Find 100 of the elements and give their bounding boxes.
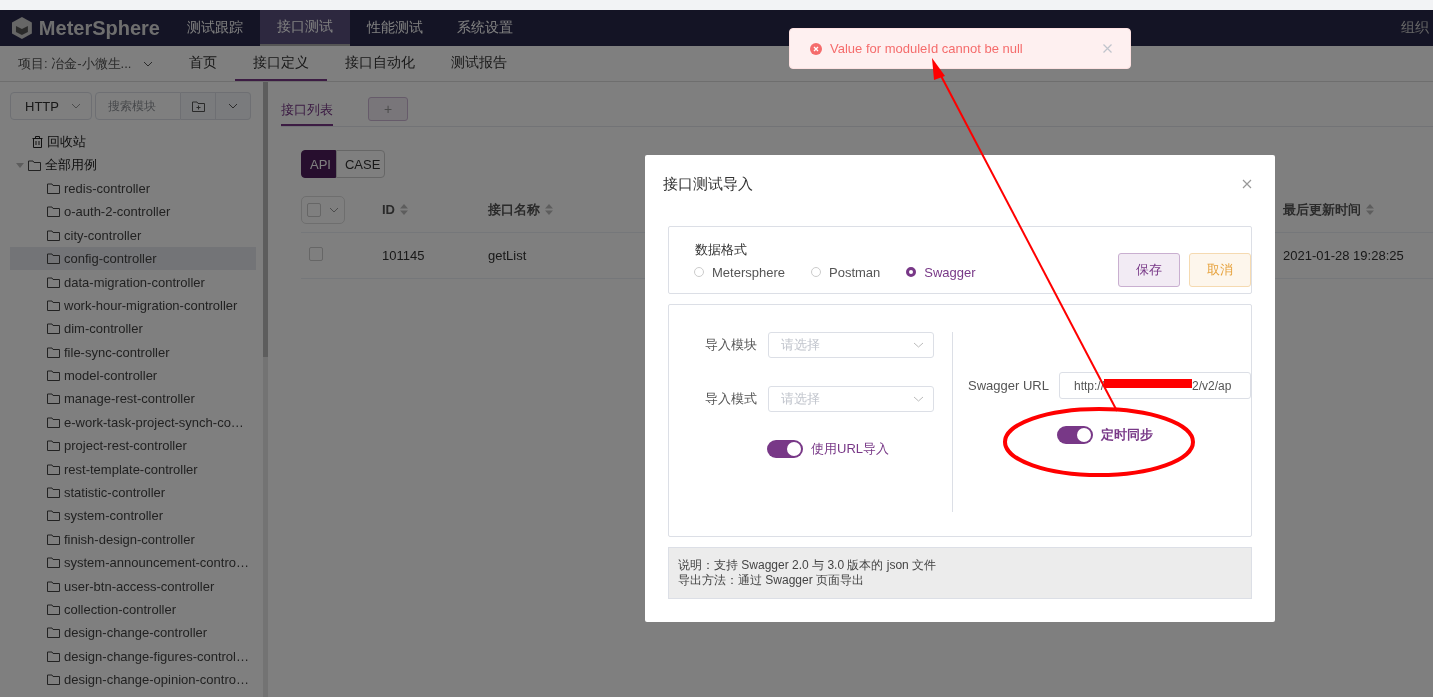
chevron-down-icon [913, 396, 924, 402]
url-field[interactable]: http:// 2/v2/ap [1059, 372, 1251, 399]
close-icon[interactable] [1103, 44, 1112, 53]
field-label: 导入模块 [705, 336, 757, 354]
folder-icon [47, 604, 60, 615]
toast-message: Value for moduleId cannot be null [830, 41, 1024, 56]
logo-text: MeterSphere [38, 16, 160, 40]
tree-item[interactable]: e-work-task-project-synch-co… [10, 410, 256, 435]
protocol-select[interactable]: HTTP [10, 92, 92, 120]
format-radio[interactable]: Swagger [906, 264, 976, 280]
tree-item[interactable]: design-change-controller [10, 621, 256, 645]
tree-item[interactable]: rest-template-controller [10, 457, 256, 481]
table-cell: 2021-01-28 19:28:25 [1283, 248, 1404, 263]
tree-item[interactable]: config-controller [10, 246, 256, 271]
org-menu[interactable]: 组织 [1401, 19, 1433, 37]
nav-tab[interactable]: 系统设置 [440, 10, 530, 46]
tree-item[interactable]: manage-rest-controller [10, 387, 256, 411]
sub-nav-tab[interactable]: 接口定义 [235, 46, 328, 81]
row-checkbox[interactable] [309, 247, 323, 261]
column-header[interactable]: ID [382, 202, 395, 217]
folder-button[interactable] [181, 92, 216, 120]
folder-icon [47, 346, 60, 358]
switch-label: 定时同步 [1101, 426, 1154, 444]
tree-item[interactable]: city-controller [10, 223, 256, 247]
folder-icon [47, 580, 60, 592]
tree-item[interactable]: data-migration-controller [10, 270, 256, 294]
tree-item[interactable]: design-change-figures-control… [10, 644, 256, 668]
nav-tab[interactable]: 测试跟踪 [170, 10, 260, 46]
save-button[interactable]: 保存 [1118, 253, 1180, 287]
format-radio[interactable]: Metersphere [694, 264, 785, 280]
folder-icon [47, 276, 60, 288]
sort-icon[interactable] [400, 204, 408, 215]
tree-item[interactable]: work-hour-migration-controller [10, 293, 256, 318]
mode-toggle[interactable]: API [301, 150, 336, 178]
sort-icon[interactable] [545, 204, 553, 215]
sub-nav-tab[interactable]: 接口自动化 [327, 46, 434, 81]
content-tab[interactable]: 接口列表 [281, 96, 333, 126]
folder-icon [28, 159, 41, 171]
folder-icon [47, 393, 60, 405]
tree-item[interactable]: model-controller [10, 363, 256, 388]
tree-item[interactable]: statistic-controller [10, 480, 256, 505]
folder-icon [47, 650, 60, 662]
nav-tab[interactable]: 接口测试 [260, 10, 350, 46]
chevron-down-icon [143, 60, 154, 67]
chevron-down-icon [913, 342, 924, 348]
cancel-button[interactable]: 取消 [1189, 253, 1251, 287]
folder-icon [47, 229, 60, 241]
folder-icon [47, 440, 60, 452]
folder-icon [47, 253, 60, 265]
column-header[interactable]: 最后更新时间 [1283, 200, 1361, 219]
select-all-dropdown[interactable] [301, 195, 345, 224]
tree-item[interactable]: project-rest-controller [10, 434, 256, 458]
dialog-title: 接口测试导入 [663, 174, 753, 194]
trash-icon [32, 135, 43, 148]
sub-nav-tab[interactable]: 首页 [171, 46, 236, 81]
field-label: Swagger URL [968, 378, 1049, 393]
tree-item[interactable]: redis-controller [10, 176, 256, 201]
tree-item[interactable]: system-announcement-contro… [10, 551, 256, 575]
note-text: 说明：支持 Swagger 2.0 与 3.0 版本的 json 文件 [678, 558, 938, 573]
folder-plus-icon [191, 100, 205, 112]
cube-logo-icon [10, 16, 34, 40]
folder-icon [47, 487, 60, 499]
tree-item[interactable]: collection-controller [10, 597, 256, 622]
table-cell: getList [488, 248, 527, 263]
tree-item[interactable]: user-btn-access-controller [10, 574, 256, 598]
note-text: 导出方法：通过 Swagger 页面导出 [678, 573, 866, 588]
tree-item[interactable]: finish-design-controller [10, 527, 256, 552]
tree-item[interactable]: o-auth-2-controller [10, 200, 256, 224]
folder-icon [47, 557, 60, 569]
folder-icon [47, 627, 60, 639]
project-selector[interactable]: 项目: 冶金-小微生... [0, 46, 172, 81]
toggle-switch[interactable] [767, 440, 803, 458]
chevron-down-icon [71, 103, 81, 109]
chevron-down-icon [228, 103, 238, 109]
format-radio[interactable]: Postman [811, 264, 881, 280]
switch-label: 使用URL导入 [811, 440, 889, 458]
folder-icon [47, 674, 60, 686]
nav-tab[interactable]: 性能测试 [350, 10, 440, 46]
mode-toggle[interactable]: CASE [335, 150, 386, 178]
toggle-switch[interactable] [1057, 426, 1094, 444]
sub-nav-tab[interactable]: 测试报告 [433, 46, 526, 81]
caret-down-icon[interactable] [16, 161, 24, 170]
folder-icon [47, 416, 60, 428]
folder-icon [47, 370, 60, 382]
tree-item[interactable]: design-change-opinion-contro… [10, 668, 256, 692]
tree-item[interactable]: system-controller [10, 504, 256, 528]
scrollbar[interactable] [263, 82, 268, 357]
table-cell: 101145 [382, 248, 425, 263]
folder-icon [47, 206, 60, 218]
folder-icon [47, 463, 60, 475]
sort-icon[interactable] [1366, 204, 1374, 215]
column-header[interactable]: 接口名称 [488, 200, 540, 219]
close-icon[interactable] [1242, 179, 1252, 189]
tree-item[interactable]: 全部用例 [45, 156, 97, 175]
tree-item[interactable]: 回收站 [47, 132, 86, 151]
tree-item[interactable]: dim-controller [10, 317, 256, 341]
folder-icon [47, 323, 60, 335]
chevron-down-icon [329, 206, 339, 213]
field-label: 导入模式 [705, 390, 757, 408]
tree-item[interactable]: file-sync-controller [10, 340, 256, 364]
